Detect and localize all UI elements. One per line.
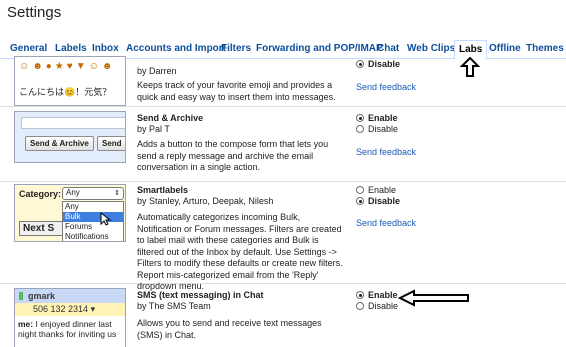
- lab-description: Adds a button to the compose form that l…: [137, 139, 329, 172]
- chevron-down-icon: ▾: [90, 304, 96, 314]
- category-option: Forums: [65, 222, 93, 231]
- emoji-sample-text: こんにちは😊！元気？: [19, 87, 112, 97]
- star-icon: ★: [54, 61, 64, 72]
- category-option: Notifications: [65, 232, 109, 241]
- lab-title: Send & Archive: [137, 113, 204, 123]
- send-archive-preview-button: Send & Archive: [25, 136, 94, 151]
- tab-accounts-and-import[interactable]: Accounts and Import: [126, 43, 226, 54]
- emoji-icon-strip: ☺ ☻ ● ★ ♥ ▼ ☺ ☻: [15, 61, 112, 72]
- phone-number: 506 132 2314: [33, 304, 89, 314]
- send-archive-enable-option[interactable]: Enable: [356, 113, 398, 123]
- smartlabels-enable-option[interactable]: Enable: [356, 185, 396, 195]
- emoji-send-feedback-link[interactable]: Send feedback: [356, 82, 416, 92]
- page-title: Settings: [7, 4, 62, 21]
- tab-labels[interactable]: Labels: [55, 43, 87, 54]
- category-label: Category:: [19, 189, 62, 199]
- lab-row-smartlabels: Category: Any ⇕ Any Bulk Forums Notifica…: [0, 182, 566, 291]
- tab-general[interactable]: General: [10, 43, 47, 54]
- tab-web-clips[interactable]: Web Clips: [407, 43, 455, 54]
- smartlabels-preview: Category: Any ⇕ Any Bulk Forums Notifica…: [14, 184, 126, 242]
- send-archive-compose-frame: Send & Archive Send: [15, 112, 125, 162]
- tab-filters[interactable]: Filters: [221, 43, 251, 54]
- tab-offline[interactable]: Offline: [489, 43, 521, 54]
- smile-face-icon: ☻: [32, 61, 43, 72]
- online-status-icon: [19, 292, 23, 300]
- chat-message: me: I enjoyed dinner last night thanks f…: [18, 319, 125, 339]
- tab-themes[interactable]: Themes: [526, 43, 564, 54]
- tab-forwarding-and-pop-imap[interactable]: Forwarding and POP/IMAP: [256, 43, 383, 54]
- cocktail-icon: ▼: [75, 61, 86, 72]
- smartlabels-disable-option[interactable]: Disable: [356, 196, 400, 206]
- smartlabels-disable-radio[interactable]: [356, 197, 364, 205]
- category-select: Any ⇕: [62, 187, 124, 200]
- grin-face-icon: ☺: [19, 61, 30, 72]
- smartlabels-preview-frame: Category: Any ⇕ Any Bulk Forums Notifica…: [15, 185, 125, 241]
- poop-icon: ●: [45, 61, 52, 72]
- lab-row-sms-chat: gmark 506 132 2314 ▾ me: I enjoyed dinne…: [0, 284, 566, 347]
- face-icon: ☻: [101, 61, 113, 72]
- sms-enable-option[interactable]: Enable: [356, 290, 398, 300]
- face-icon: ☺: [88, 61, 99, 72]
- send-archive-preview: Send & Archive Send: [14, 111, 126, 163]
- send-preview-button: Send: [97, 136, 125, 151]
- compose-body-box: [21, 117, 125, 129]
- sms-disable-radio[interactable]: [356, 302, 364, 310]
- tab-chat[interactable]: Chat: [377, 43, 399, 54]
- annotation-left-arrow-icon: [398, 289, 469, 307]
- sms-chat-preview-frame: gmark 506 132 2314 ▾ me: I enjoyed dinne…: [15, 289, 125, 347]
- lab-author: by Pal T: [137, 124, 170, 134]
- tab-inbox[interactable]: Inbox: [92, 43, 119, 54]
- sms-enable-radio[interactable]: [356, 291, 364, 299]
- emoji-disable-radio[interactable]: [356, 60, 364, 68]
- lab-row-emoji: ☺ ☻ ● ★ ♥ ▼ ☺ ☻ こんにちは😊！元気？ by Darren Kee…: [0, 56, 566, 107]
- heart-balloon-icon: ♥: [66, 61, 73, 72]
- chat-contact-name: gmark: [28, 291, 56, 301]
- lab-title: Smartlabels: [137, 185, 189, 195]
- phone-number-bar: 506 132 2314 ▾: [15, 303, 125, 316]
- mouse-cursor-icon: [100, 212, 112, 226]
- select-arrows-icon: ⇕: [114, 190, 120, 197]
- smartlabels-enable-radio[interactable]: [356, 186, 364, 194]
- send-archive-disable-option[interactable]: Disable: [356, 124, 398, 134]
- category-option: Any: [65, 202, 79, 211]
- chat-window-header: gmark: [15, 289, 125, 303]
- emoji-preview: ☺ ☻ ● ★ ♥ ▼ ☺ ☻ こんにちは😊！元気？: [14, 56, 126, 106]
- send-archive-send-feedback-link[interactable]: Send feedback: [356, 147, 416, 157]
- lab-author: by Stanley, Arturo, Deepak, Nilesh: [137, 196, 274, 206]
- chat-message-sender: me:: [18, 319, 34, 329]
- lab-title: SMS (text messaging) in Chat: [137, 290, 264, 300]
- send-archive-disable-radio[interactable]: [356, 125, 364, 133]
- sms-disable-option[interactable]: Disable: [356, 301, 398, 311]
- send-archive-enable-radio[interactable]: [356, 114, 364, 122]
- category-dropdown-list: Any Bulk Forums Notifications: [62, 201, 124, 241]
- lab-author: by Darren: [137, 66, 177, 76]
- category-option-highlighted: Bulk: [63, 212, 123, 222]
- smartlabels-send-feedback-link[interactable]: Send feedback: [356, 218, 416, 228]
- lab-description: Allows you to send and receive text mess…: [137, 318, 322, 340]
- next-step-button: Next S: [19, 221, 63, 236]
- lab-author: by The SMS Team: [137, 301, 211, 311]
- sms-chat-preview: gmark 506 132 2314 ▾ me: I enjoyed dinne…: [14, 288, 126, 347]
- lab-row-send-archive: Send & Archive Send Send & Archive by Pa…: [0, 107, 566, 182]
- emoji-disable-option[interactable]: Disable: [356, 59, 400, 69]
- lab-description: Keeps track of your favorite emoji and p…: [137, 80, 336, 102]
- chat-message-text: I enjoyed dinner last night thanks for i…: [18, 319, 117, 339]
- lab-description: Automatically categorizes incoming Bulk,…: [137, 212, 343, 291]
